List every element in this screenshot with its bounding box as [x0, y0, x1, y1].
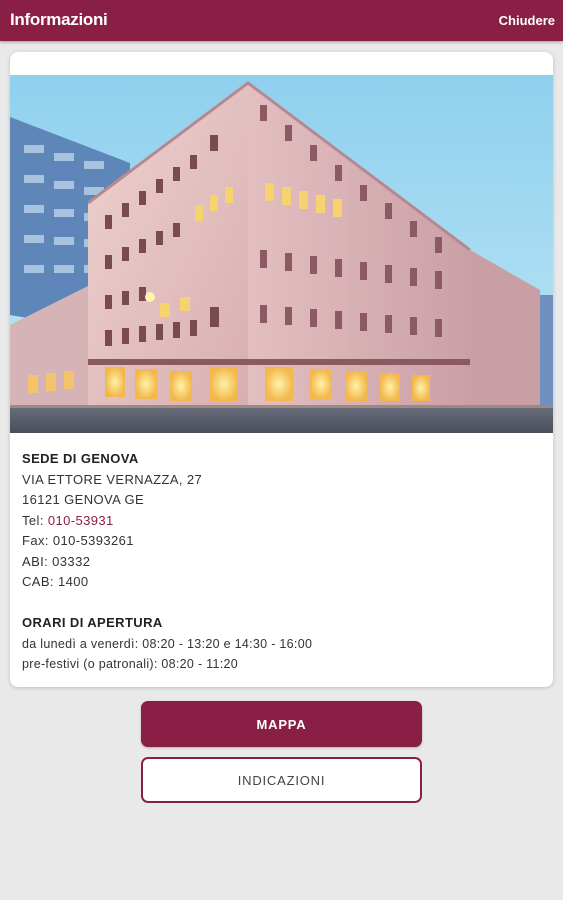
telephone-link[interactable]: 010-53931 [48, 513, 114, 528]
branch-info-card: SEDE DI GENOVA VIA ETTORE VERNAZZA, 27 1… [10, 52, 553, 687]
branch-building-photo [10, 75, 553, 433]
telephone-label: Tel: [22, 512, 48, 528]
top-app-bar: Informazioni Chiudere [0, 0, 563, 41]
weekday-hours: da lunedì a venerdì: 08:20 - 13:20 e 14:… [22, 636, 313, 651]
page-title: Informazioni [10, 10, 108, 29]
cab-code: CAB: 1400 [22, 574, 89, 589]
address-line-1: VIA ETTORE VERNAZZA, 27 [22, 471, 203, 487]
abi-code: ABI: 03332 [22, 553, 91, 569]
pre-holiday-hours: pre-festivi (o patronali): 08:20 - 11:20 [22, 657, 239, 671]
branch-details: SEDE DI GENOVA VIA ETTORE VERNAZZA, 27 1… [22, 449, 312, 675]
map-button[interactable]: MAPPA [141, 701, 422, 747]
close-button[interactable]: Chiudere [499, 13, 555, 28]
branch-name: SEDE DI GENOVA [22, 451, 139, 466]
fax-number: Fax: 010-5393261 [22, 533, 134, 548]
opening-hours-title: ORARI DI APERTURA [22, 615, 163, 630]
directions-button[interactable]: INDICAZIONI [141, 757, 422, 803]
telephone-row: Tel: 010-53931 [22, 511, 312, 532]
address-line-2: 16121 GENOVA GE [22, 492, 145, 507]
